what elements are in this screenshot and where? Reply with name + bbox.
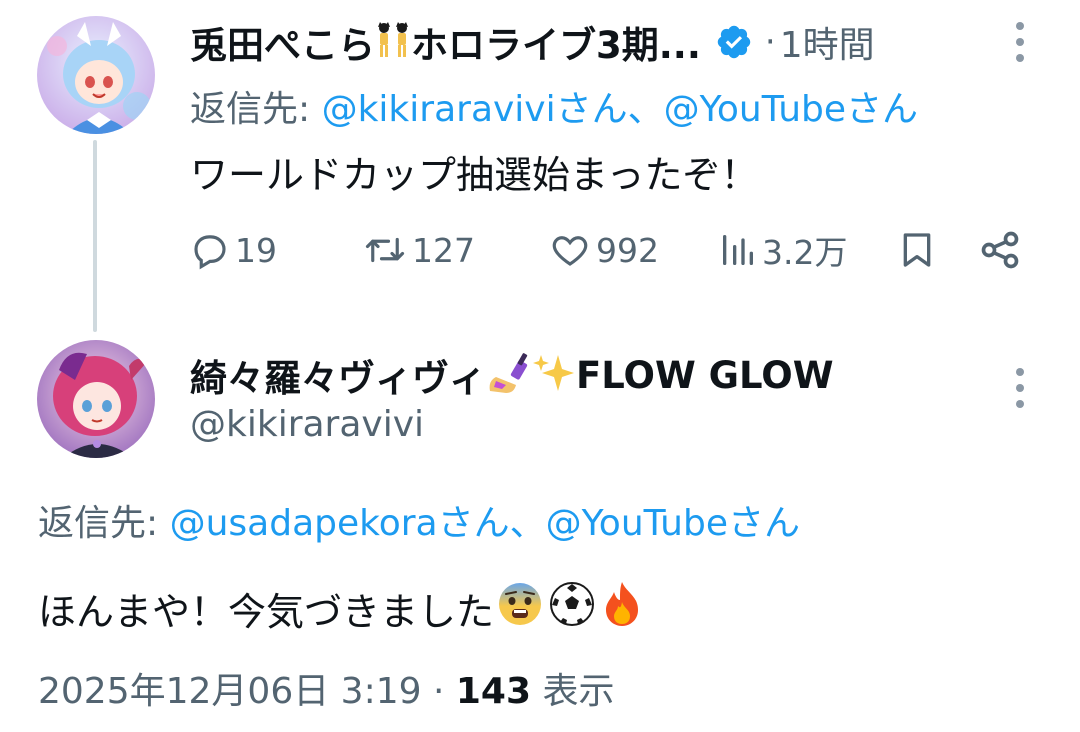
- tweet-header: 兎田ぺこら ホロライブ3期... · 1時間: [190, 16, 875, 68]
- view-count: 143: [455, 671, 532, 712]
- author-name[interactable]: 兎田ぺこら: [190, 15, 375, 69]
- fearful-face-emoji: [496, 580, 544, 637]
- view-label: 表示: [531, 671, 615, 712]
- reply-prefix: 返信先:: [38, 503, 170, 544]
- tweet-datetime[interactable]: 2025年12月06日 3:19: [38, 671, 422, 712]
- share-icon: [981, 231, 1019, 269]
- retweet-button[interactable]: 127: [362, 226, 475, 274]
- mention-link[interactable]: @YouTube: [546, 503, 728, 544]
- retweet-icon: [365, 237, 405, 263]
- verified-icon: [715, 23, 753, 61]
- views-icon: [723, 235, 753, 265]
- dancers-emoji: [375, 21, 411, 63]
- mention-link[interactable]: @YouTube: [664, 89, 846, 130]
- tweet-time[interactable]: 1時間: [780, 16, 875, 68]
- like-button[interactable]: 992: [548, 226, 659, 274]
- more-icon[interactable]: [1014, 22, 1026, 62]
- mention-suffix: さん、: [437, 503, 546, 544]
- tweet-text-body: ほんまや！今気づきました: [38, 590, 495, 634]
- sparkles-emoji: [532, 351, 576, 399]
- bookmark-button[interactable]: [897, 226, 937, 274]
- reply-count: 19: [235, 230, 277, 270]
- tweet-header: 綺々羅々ヴィヴィ FLOW GLOW: [190, 348, 834, 402]
- mention-link[interactable]: @usadapekora: [170, 503, 438, 544]
- mention-suffix: さん: [727, 503, 800, 544]
- nail-polish-emoji: [486, 351, 532, 399]
- bookmark-icon: [903, 233, 931, 267]
- views-count: 3.2万: [762, 233, 848, 272]
- like-count: 992: [596, 230, 659, 270]
- views-button[interactable]: 3.2万: [718, 226, 847, 274]
- tweet-thread: 兎田ぺこら ホロライブ3期... · 1時間 返信先: @kikiraraviv…: [0, 0, 1080, 732]
- author-name-suffix[interactable]: ホロライブ3期...: [411, 15, 701, 69]
- reply-to-line: 返信先: @usadapekoraさん、@YouTubeさん: [38, 494, 800, 546]
- fire-emoji: [600, 580, 644, 637]
- more-icon[interactable]: [1014, 368, 1026, 408]
- retweet-count: 127: [412, 230, 475, 270]
- avatar[interactable]: [37, 16, 155, 134]
- mention-suffix: さん: [846, 89, 919, 130]
- reply-to-line: 返信先: @kikiraraviviさん、@YouTubeさん: [190, 80, 918, 132]
- soccer-ball-emoji: [548, 580, 596, 637]
- thread-connector-line: [93, 140, 97, 332]
- share-button[interactable]: [978, 226, 1022, 274]
- author-name-suffix[interactable]: FLOW GLOW: [576, 354, 834, 397]
- author-handle[interactable]: @kikiraravivi: [190, 404, 424, 445]
- tweet-meta: 2025年12月06日 3:19 · 143 表示: [38, 662, 614, 714]
- author-name[interactable]: 綺々羅々ヴィヴィ: [190, 348, 486, 402]
- like-icon: [552, 236, 588, 266]
- tweet-text: ほんまや！今気づきました: [38, 580, 644, 637]
- mention-suffix: さん、: [555, 89, 664, 130]
- separator-dot: ·: [421, 671, 456, 712]
- mention-link[interactable]: @kikiraravivi: [322, 89, 556, 130]
- avatar[interactable]: [37, 340, 155, 458]
- reply-button[interactable]: 19: [189, 226, 277, 274]
- reply-icon: [194, 235, 226, 270]
- separator-dot: ·: [764, 22, 776, 62]
- reply-prefix: 返信先:: [190, 89, 322, 130]
- tweet-text: ワールドカップ抽選始まったぞ！: [190, 153, 759, 197]
